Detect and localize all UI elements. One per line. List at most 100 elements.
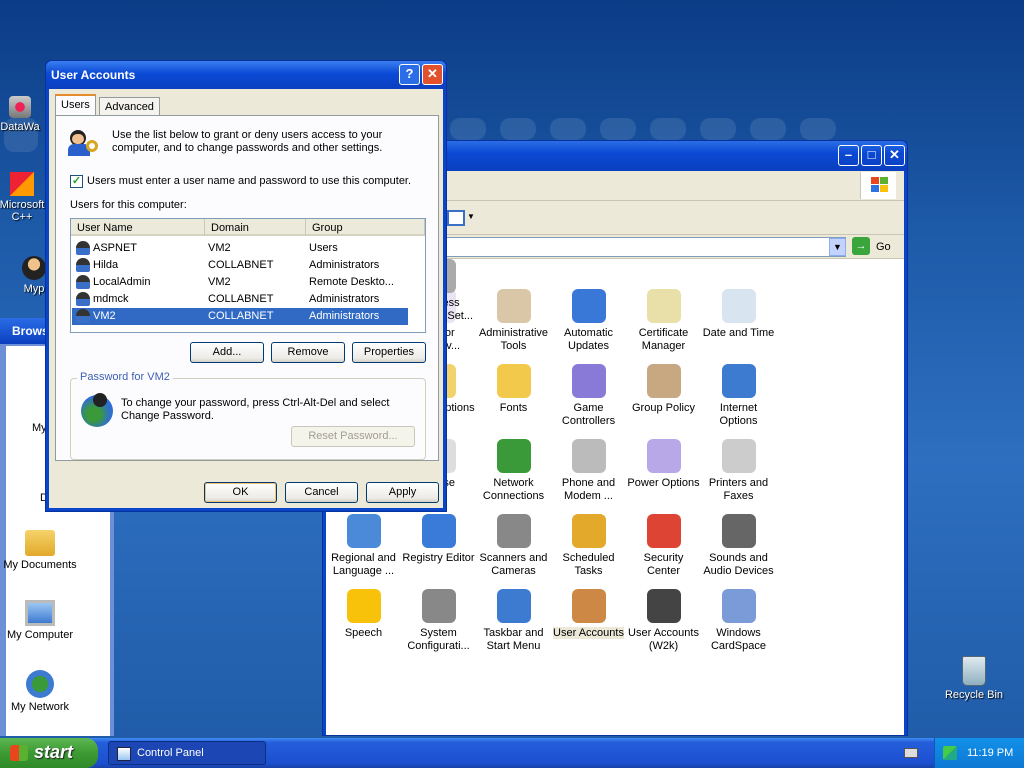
my-network[interactable]: My Network	[0, 670, 80, 713]
start-button[interactable]: start	[0, 738, 98, 768]
system-tray: 11:19 PM	[934, 738, 1024, 768]
cp-item-label: Network Connections	[482, 477, 545, 502]
phone-icon	[571, 439, 606, 473]
recycle-bin[interactable]: Recycle Bin	[934, 656, 1014, 701]
user-icon	[22, 256, 46, 280]
cp-item[interactable]: Group Policy	[626, 364, 701, 415]
cp-item[interactable]: Scheduled Tasks	[551, 514, 626, 578]
my-documents[interactable]: My Documents	[0, 530, 80, 571]
cp-item[interactable]: System Configurati...	[401, 589, 476, 653]
printer-icon	[721, 439, 756, 473]
my-computer[interactable]: My Computer	[0, 600, 80, 641]
cp-item-label: Certificate Manager	[638, 327, 689, 352]
cp-item-label: Fonts	[499, 402, 528, 414]
dialog-close-button[interactable]: ✕	[422, 64, 443, 85]
remove-user-button[interactable]: Remove	[271, 342, 345, 363]
cp-item-label: Sounds and Audio Devices	[703, 552, 774, 577]
recycle-bin-icon	[962, 656, 986, 686]
apply-button[interactable]: Apply	[366, 482, 439, 503]
go-button[interactable]: → Go	[852, 237, 902, 257]
go-label: Go	[876, 241, 891, 253]
keyboard-icon[interactable]	[904, 748, 918, 758]
cp-item[interactable]: Date and Time	[701, 289, 776, 340]
cp-item[interactable]: Administrative Tools	[476, 289, 551, 353]
cp-item[interactable]: Security Center	[626, 514, 701, 578]
cp-item[interactable]: Automatic Updates	[551, 289, 626, 353]
cp-item[interactable]: Certificate Manager	[626, 289, 701, 353]
dialog-body: Users Advanced Use the list below to gra…	[49, 89, 443, 508]
globe-icon	[346, 514, 381, 548]
cp-item[interactable]: Registry Editor	[401, 514, 476, 565]
cp-item[interactable]: Game Controllers	[551, 364, 626, 428]
close-button[interactable]: ✕	[884, 145, 905, 166]
cp-item-label: Speech	[344, 627, 383, 639]
column-group[interactable]: Group	[306, 219, 425, 236]
table-row[interactable]: VM2 COLLABNET Administrators	[72, 308, 408, 325]
cp-item-label: Phone and Modem ...	[561, 477, 616, 502]
cardspace-icon	[721, 589, 756, 623]
cp-item[interactable]: Power Options	[626, 439, 701, 490]
users-icon	[571, 589, 606, 623]
taskbar-button-control-panel[interactable]: Control Panel	[108, 741, 266, 765]
tab-users[interactable]: Users	[55, 94, 96, 116]
views-icon[interactable]	[447, 210, 465, 226]
table-row[interactable]: LocalAdmin VM2 Remote Deskto...	[72, 274, 408, 291]
column-domain[interactable]: Domain	[205, 219, 306, 236]
require-login-label[interactable]: Users must enter a user name and passwor…	[87, 175, 411, 187]
cell-domain: COLLABNET	[208, 293, 274, 305]
cp-item[interactable]: Network Connections	[476, 439, 551, 503]
column-user-name[interactable]: User Name	[71, 219, 205, 236]
table-row[interactable]: ASPNET VM2 Users	[72, 240, 408, 257]
chevron-down-icon[interactable]: ▼	[467, 212, 475, 221]
table-row[interactable]: Hilda COLLABNET Administrators	[72, 257, 408, 274]
network-icon	[496, 439, 531, 473]
tab-advanced[interactable]: Advanced	[99, 97, 160, 117]
address-dropdown-button[interactable]: ▼	[829, 238, 846, 256]
table-row[interactable]: mdmck COLLABNET Administrators	[72, 291, 408, 308]
vertical-scrollbar[interactable]	[409, 236, 425, 332]
users-list[interactable]: User Name Domain Group ASPNET VM2 Users Hil…	[70, 218, 426, 333]
reset-password-button[interactable]: Reset Password...	[291, 426, 415, 447]
maximize-button[interactable]: □	[861, 145, 882, 166]
cp-item[interactable]: Taskbar and Start Menu	[476, 589, 551, 653]
cp-item[interactable]: Scanners and Cameras	[476, 514, 551, 578]
password-text: To change your password, press Ctrl-Alt-…	[121, 397, 390, 422]
dialog-title: User Accounts	[51, 68, 136, 82]
dialog-titlebar[interactable]: User Accounts	[46, 61, 446, 89]
add-user-button[interactable]: Add...	[190, 342, 264, 363]
require-login-checkbox[interactable]: ✓	[70, 175, 83, 188]
shield-icon	[646, 514, 681, 548]
cell-name: VM2	[93, 310, 116, 322]
help-button[interactable]: ?	[399, 64, 420, 85]
cp-item[interactable]: Phone and Modem ...	[551, 439, 626, 503]
users-keys-icon	[68, 128, 98, 158]
visual-cpp-icon	[10, 172, 34, 196]
administrative-tools-icon	[496, 289, 531, 323]
my-network-icon	[26, 670, 54, 698]
cp-item[interactable]: Internet Options	[701, 364, 776, 428]
network-tray-icon[interactable]	[943, 746, 957, 760]
cp-item[interactable]: User Accounts (W2k)	[626, 589, 701, 653]
cp-item[interactable]: Printers and Faxes	[701, 439, 776, 503]
automatic-updates-icon	[571, 289, 606, 323]
my-documents-icon	[25, 530, 55, 556]
cancel-button[interactable]: Cancel	[285, 482, 358, 503]
cp-item[interactable]: User Accounts	[551, 589, 626, 640]
cp-item[interactable]: Fonts	[476, 364, 551, 415]
cp-item-label: Group Policy	[632, 402, 695, 414]
windows-logo-icon	[860, 172, 896, 199]
cp-item[interactable]: Windows CardSpace	[701, 589, 776, 653]
windows-flag-icon	[10, 745, 28, 761]
properties-button[interactable]: Properties	[352, 342, 426, 363]
users-tab-panel: Use the list below to grant or deny user…	[55, 115, 439, 461]
cp-item[interactable]: Speech	[326, 589, 401, 640]
cp-item-label: Windows CardSpace	[710, 627, 767, 652]
password-group: Password for VM2 To change your password…	[70, 371, 426, 460]
user-accounts-dialog[interactable]: User Accounts ? ✕ Users Advanced Use the…	[45, 60, 447, 512]
clock[interactable]: 11:19 PM	[967, 747, 1013, 759]
minimize-button[interactable]: –	[838, 145, 859, 166]
cp-item[interactable]: Regional and Language ...	[326, 514, 401, 578]
cp-item[interactable]: Sounds and Audio Devices	[701, 514, 776, 578]
cell-domain: VM2	[208, 276, 231, 288]
ok-button[interactable]: OK	[204, 482, 277, 503]
